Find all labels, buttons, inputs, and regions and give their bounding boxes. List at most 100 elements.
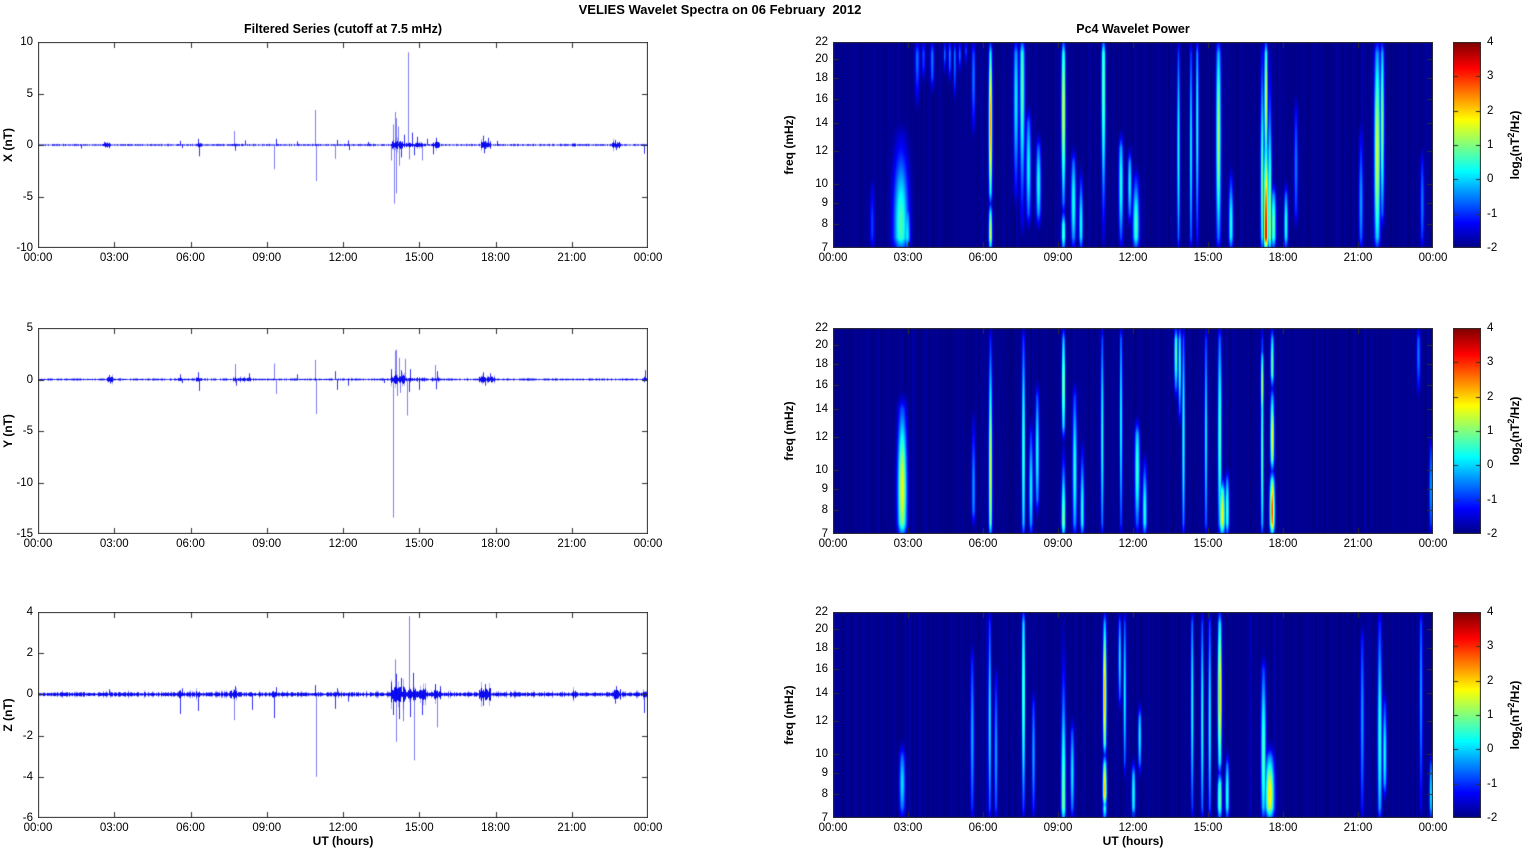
freq-tick-label: 16 <box>815 93 828 106</box>
freq-tick-label: 20 <box>815 623 828 636</box>
y-wavelet-ylabel: freq (mHz) <box>782 401 796 461</box>
z-wavelet-ylabel: freq (mHz) <box>782 685 796 745</box>
x-tick-label: 21:00 <box>557 822 587 834</box>
y-tick-label: -2 <box>22 729 33 742</box>
freq-tick-label: 22 <box>815 322 828 334</box>
x-tick-label: 03:00 <box>99 538 129 550</box>
y-series-ylabel: Y (nT) <box>1 414 15 448</box>
cb-label-prefix: log <box>1507 447 1522 466</box>
colorbar-tick-label: 2 <box>1487 390 1494 403</box>
x-tick-label: 15:00 <box>404 252 434 264</box>
y-tick-label: -10 <box>16 476 33 489</box>
y-tick-label: -10 <box>16 242 33 254</box>
colorbar-tick-label: 4 <box>1487 36 1494 48</box>
x-tick-label: 06:00 <box>176 538 205 550</box>
freq-tick-label: 18 <box>815 642 828 655</box>
freq-tick-label: 22 <box>815 36 828 48</box>
left-x-axis-label: UT (hours) <box>312 834 374 848</box>
x-tick-label: 00:00 <box>1418 538 1448 550</box>
cb-label-sub: 2 <box>1514 156 1522 161</box>
colorbar-bottom: log2(nT2/Hz) 43210-1-2 <box>1453 606 1522 824</box>
colorbar-tick-label: 3 <box>1487 356 1494 369</box>
x-tick-label: 15:00 <box>1193 538 1223 550</box>
colorbar-tick-label: 1 <box>1487 425 1494 437</box>
x-tick-label: 12:00 <box>328 538 358 550</box>
x-tick-label: 09:00 <box>1043 252 1073 264</box>
x-tick-label: 00:00 <box>1418 822 1448 834</box>
colorbar-bottom-canvas <box>1453 612 1481 818</box>
x-series-title: Filtered Series (cutoff at 7.5 mHz) <box>244 22 442 36</box>
freq-tick-label: 20 <box>815 53 828 66</box>
freq-tick-label: 8 <box>821 217 828 230</box>
freq-tick-label: 10 <box>815 463 828 476</box>
x-tick-label: 15:00 <box>1193 822 1223 834</box>
x-tick-label: 12:00 <box>1118 822 1148 834</box>
colorbar-middle: log2(nT2/Hz) 43210-1-2 <box>1453 322 1522 540</box>
x-tick-label: 03:00 <box>893 538 923 550</box>
freq-tick-label: 16 <box>815 663 828 676</box>
x-tick-label: 21:00 <box>1343 538 1373 550</box>
freq-tick-label: 16 <box>815 379 828 392</box>
z-series-ylabel: Z (nT) <box>1 698 15 732</box>
colorbar-middle-label: log2(nT2/Hz) <box>1506 397 1522 466</box>
x-tick-label: 03:00 <box>893 252 923 264</box>
cb-label-prefix: log <box>1507 731 1522 750</box>
x-tick-label: 21:00 <box>557 538 587 550</box>
y-tick-label: -6 <box>22 812 33 824</box>
figure-title: VELIES Wavelet Spectra on 06 February 20… <box>578 2 862 17</box>
colorbar-tick-label: -2 <box>1487 242 1498 254</box>
right-x-axis-label: UT (hours) <box>1102 834 1164 848</box>
colorbar-tick-label: 3 <box>1487 70 1494 83</box>
x-tick-label: 18:00 <box>481 252 510 264</box>
cb-label-suffix: /Hz) <box>1507 110 1522 133</box>
x-tick-label: 03:00 <box>99 252 129 264</box>
x-tick-label: 00:00 <box>633 538 663 550</box>
colorbar-tick-label: -1 <box>1487 777 1498 790</box>
colorbar-tick-label: -1 <box>1487 493 1498 506</box>
y-tick-label: 5 <box>26 322 33 334</box>
freq-tick-label: 9 <box>821 482 828 495</box>
x-series-panel: Filtered Series (cutoff at 7.5 mHz) X (n… <box>1 22 662 264</box>
colorbar-tick-label: 4 <box>1487 606 1494 618</box>
freq-tick-label: 18 <box>815 72 828 85</box>
colorbar-tick-label: 2 <box>1487 104 1494 117</box>
figure: VELIES Wavelet Spectra on 06 February 20… <box>0 0 1522 851</box>
x-tick-label: 21:00 <box>1343 252 1373 264</box>
colorbar-tick-label: 0 <box>1487 459 1494 472</box>
y-wavelet-panel: freq (mHz) 00:00 03:00 06:00 09:00 12:00 15:0… <box>782 322 1447 550</box>
cb-label-sup: 2 <box>1505 132 1516 138</box>
y-tick-label: 4 <box>26 606 33 618</box>
colorbar-top-label: log2(nT2/Hz) <box>1506 111 1522 180</box>
y-series-plot-canvas <box>38 328 648 534</box>
cb-label-mid: (nT <box>1507 137 1522 157</box>
freq-tick-label: 14 <box>815 687 828 700</box>
colorbar-top: log2(nT2/Hz) 43210-1-2 <box>1453 36 1522 254</box>
y-tick-label: -4 <box>22 770 33 783</box>
colorbar-tick-label: -1 <box>1487 207 1498 220</box>
x-wavelet-panel: Pc4 Wavelet Power freq (mHz) 00:00 03:00 0… <box>782 22 1447 264</box>
freq-tick-label: 22 <box>815 606 828 618</box>
y-tick-label: 0 <box>26 373 33 386</box>
colorbar-tick-label: -2 <box>1487 812 1498 824</box>
freq-tick-label: 7 <box>821 528 828 540</box>
z-series-plot-canvas <box>38 612 648 818</box>
y-tick-label: -5 <box>22 425 33 437</box>
x-tick-label: 06:00 <box>968 538 998 550</box>
x-series-ylabel: X (nT) <box>1 128 15 162</box>
cb-label-sub: 2 <box>1514 442 1522 447</box>
x-tick-label: 12:00 <box>1118 252 1148 264</box>
colorbar-tick-label: 0 <box>1487 173 1494 186</box>
x-tick-label: 15:00 <box>404 538 434 550</box>
cb-label-mid: (nT <box>1507 707 1522 727</box>
colorbar-tick-label: 3 <box>1487 640 1494 653</box>
x-tick-label: 09:00 <box>252 822 282 834</box>
x-tick-label: 06:00 <box>176 822 205 834</box>
x-tick-label: 18:00 <box>1268 538 1298 550</box>
x-tick-label: 00:00 <box>633 822 663 834</box>
x-tick-label: 18:00 <box>1268 822 1298 834</box>
x-wavelet-ylabel: freq (mHz) <box>782 115 796 175</box>
freq-tick-label: 10 <box>815 747 828 760</box>
cb-label-prefix: log <box>1507 161 1522 180</box>
wavelet-title: Pc4 Wavelet Power <box>1076 22 1190 36</box>
colorbar-middle-canvas <box>1453 328 1481 534</box>
